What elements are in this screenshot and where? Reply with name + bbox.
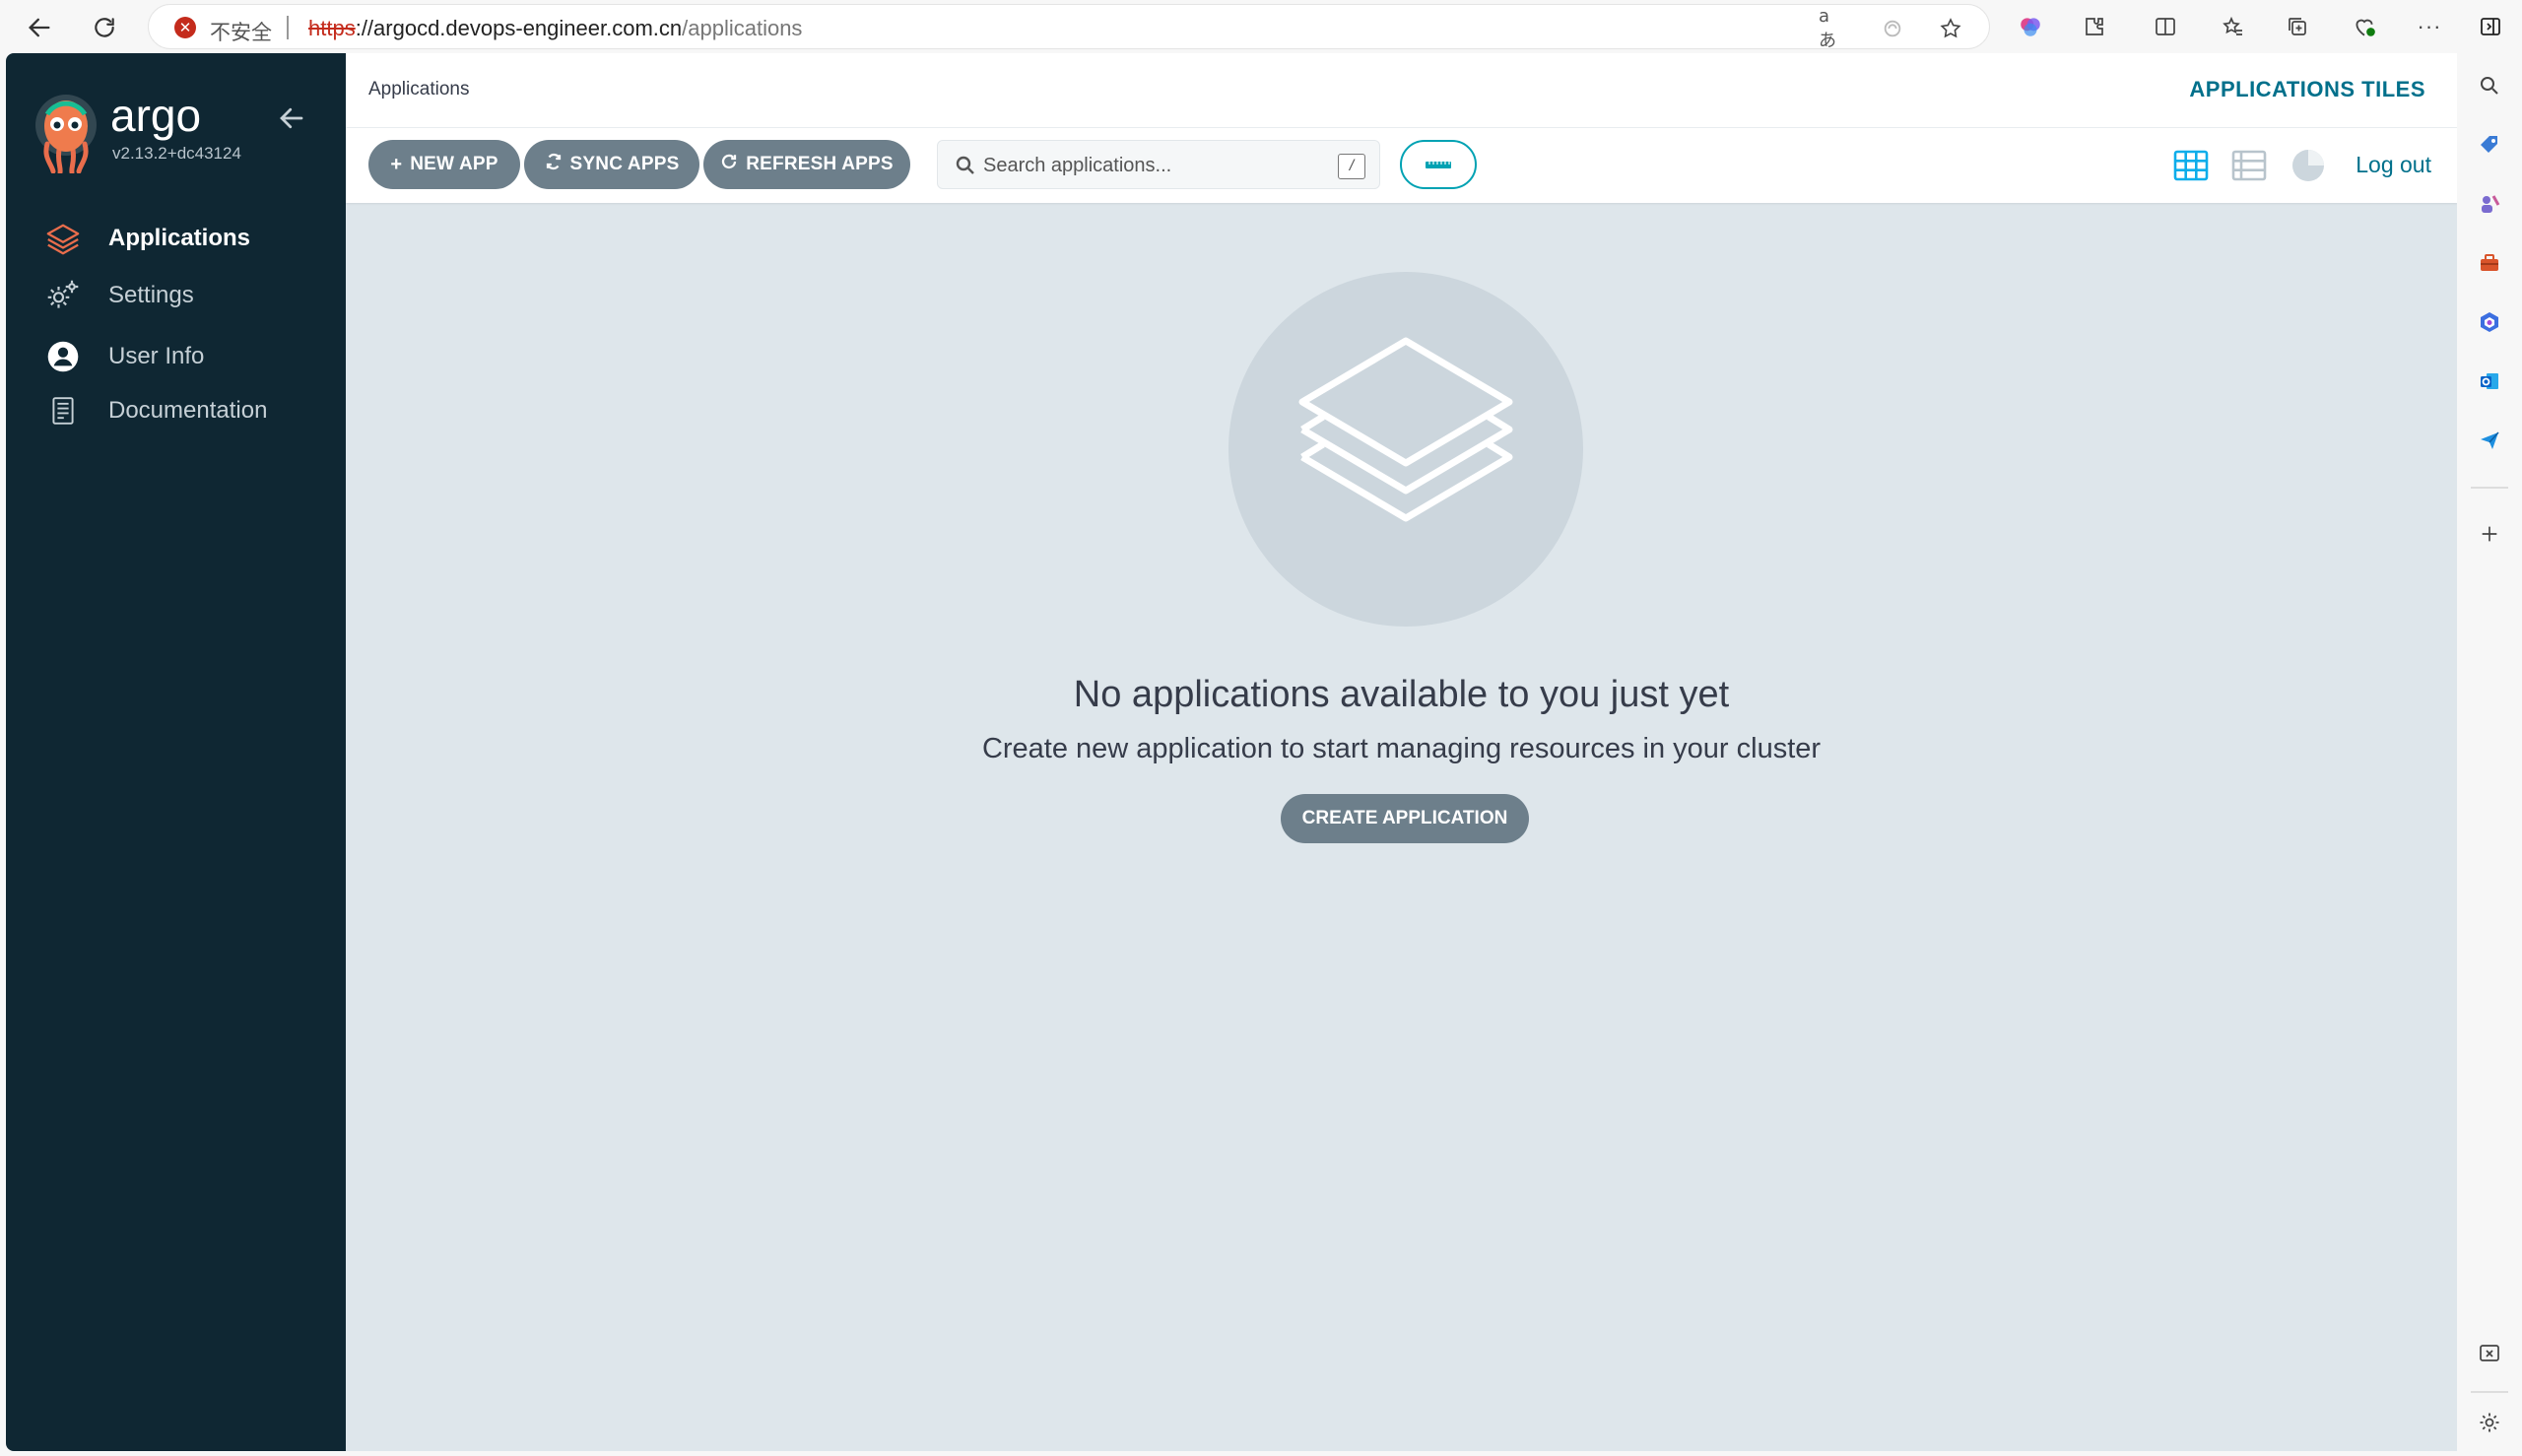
screenshot-icon[interactable] <box>2472 1336 2507 1371</box>
send-icon[interactable] <box>2472 423 2507 458</box>
new-app-button[interactable]: + NEW APP <box>368 140 520 189</box>
browser-sidebar <box>2457 53 2522 1456</box>
layers-icon <box>1298 337 1513 522</box>
m365-icon[interactable] <box>2472 304 2507 340</box>
search-box: / <box>937 140 1380 189</box>
refresh-apps-label: REFRESH APPS <box>746 154 894 174</box>
refresh-icon <box>720 153 738 176</box>
refresh-page-icon[interactable] <box>1879 15 1906 42</box>
empty-state-title: No applications available to you just ye… <box>1073 674 1730 715</box>
tools-icon[interactable] <box>2472 245 2507 281</box>
collections-icon[interactable] <box>2282 11 2313 42</box>
translate-icon[interactable]: aあ <box>1819 6 1846 51</box>
browser-toolbar: ✕ 不安全 https://argocd.devops-engineer.com… <box>0 0 2522 53</box>
extensions-icon[interactable] <box>2079 11 2110 42</box>
sync-apps-button[interactable]: SYNC APPS <box>524 140 699 189</box>
outlook-icon[interactable] <box>2472 364 2507 399</box>
empty-state-subtitle: Create new application to start managing… <box>981 733 1822 764</box>
nav-label-user-info: User Info <box>108 343 205 369</box>
empty-state: No applications available to you just ye… <box>346 203 2457 1451</box>
refresh-apps-button[interactable]: REFRESH APPS <box>703 140 910 189</box>
version-label: v2.13.2+dc43124 <box>112 144 241 163</box>
shopping-tag-icon[interactable] <box>2472 127 2507 163</box>
reload-button[interactable] <box>85 8 124 47</box>
main-content: Applications APPLICATIONS TILES + NEW APP… <box>346 53 2457 1451</box>
sidebar-toggle-icon[interactable] <box>2475 11 2506 42</box>
url-path: /applications <box>682 16 803 40</box>
nav-item-applications[interactable]: Applications <box>6 214 346 263</box>
arrow-left-icon <box>29 18 50 37</box>
toolbar: + NEW APP SYNC APPS REFRESH APPS / <box>346 128 2457 203</box>
more-options-icon[interactable]: ··· <box>2414 11 2445 42</box>
sidebar: argo v2.13.2+dc43124 Applications Settin… <box>6 53 346 1451</box>
copilot-icon[interactable] <box>2015 11 2046 42</box>
sidebar-divider <box>2471 487 2508 489</box>
nav-label-settings: Settings <box>108 282 194 308</box>
new-app-label: NEW APP <box>410 154 498 174</box>
list-view-icon[interactable] <box>2229 148 2269 183</box>
split-screen-icon[interactable] <box>2150 11 2181 42</box>
arrow-left-icon <box>280 107 303 129</box>
argo-logo-icon[interactable] <box>33 93 102 175</box>
performance-icon[interactable] <box>2349 11 2380 42</box>
collapse-sidebar-button[interactable] <box>270 97 313 140</box>
sync-apps-label: SYNC APPS <box>569 154 680 174</box>
not-secure-label: 不安全 <box>210 21 272 44</box>
layers-icon <box>43 219 83 258</box>
argocd-app: argo v2.13.2+dc43124 Applications Settin… <box>6 53 2457 1451</box>
summary-view-icon[interactable] <box>2289 148 2328 183</box>
back-button[interactable] <box>20 8 59 47</box>
nav-item-user-info[interactable]: User Info <box>6 332 346 381</box>
create-application-button[interactable]: CREATE APPLICATION <box>1281 794 1529 843</box>
empty-state-illustration <box>1228 272 1583 627</box>
nav-item-documentation[interactable]: Documentation <box>6 386 346 435</box>
address-bar[interactable]: ✕ 不安全 https://argocd.devops-engineer.com… <box>148 4 1990 51</box>
gears-icon <box>43 276 83 315</box>
gear-icon[interactable] <box>2472 1405 2507 1440</box>
url-host: ://argocd.devops-engineer.com.cn <box>355 16 683 40</box>
nav-label-applications: Applications <box>108 225 251 251</box>
top-header: Applications APPLICATIONS TILES <box>346 53 2457 128</box>
sidebar-divider <box>2471 1391 2508 1393</box>
plus-icon: + <box>390 153 403 175</box>
favorites-icon[interactable] <box>2217 11 2248 42</box>
logout-link[interactable]: Log out <box>2356 152 2431 178</box>
url-scheme: https <box>308 16 356 40</box>
nav-label-documentation: Documentation <box>108 397 268 424</box>
view-title: APPLICATIONS TILES <box>2189 77 2425 101</box>
search-shortcut-hint: / <box>1338 154 1365 179</box>
url-text[interactable]: https://argocd.devops-engineer.com.cn/ap… <box>308 16 802 41</box>
favorite-star-icon[interactable] <box>1937 15 1964 42</box>
search-input[interactable] <box>983 149 1318 182</box>
book-icon <box>43 391 83 430</box>
user-circle-icon <box>43 337 83 376</box>
search-icon[interactable] <box>2472 68 2507 103</box>
logo-text: argo <box>110 90 202 141</box>
add-icon[interactable] <box>2472 516 2507 552</box>
address-divider <box>287 16 289 39</box>
filter-bar-icon <box>1426 162 1451 168</box>
reload-icon <box>95 18 114 37</box>
search-icon <box>956 156 974 174</box>
sync-icon <box>545 153 563 176</box>
nav-item-settings[interactable]: Settings <box>6 271 346 320</box>
filter-toggle-button[interactable] <box>1400 140 1477 189</box>
breadcrumb[interactable]: Applications <box>368 79 469 100</box>
tiles-view-icon[interactable] <box>2171 148 2211 183</box>
games-icon[interactable] <box>2472 186 2507 222</box>
not-secure-icon: ✕ <box>174 17 196 38</box>
